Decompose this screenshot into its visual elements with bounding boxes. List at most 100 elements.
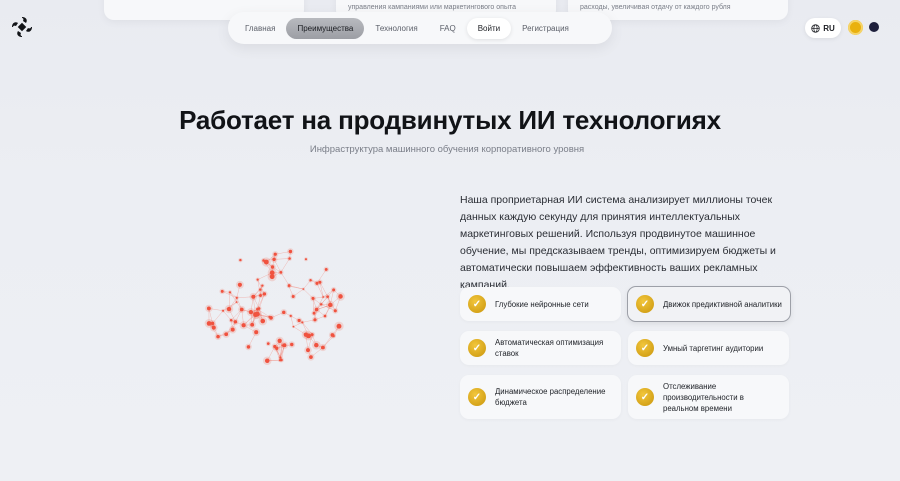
network-node — [246, 345, 251, 349]
section-description: Наша проприетарная ИИ система анализируе… — [460, 194, 776, 291]
feature-label: Динамическое распределение бюджета — [495, 387, 606, 407]
network-node — [254, 311, 260, 317]
network-node — [226, 306, 232, 312]
feature-label: Умный таргетинг аудитории — [663, 343, 764, 353]
top-card-middle-text: управления кампаниями или маркетингового… — [348, 4, 516, 11]
network-node — [206, 306, 211, 311]
network-node — [229, 319, 233, 322]
check-icon: ✓ — [468, 388, 486, 406]
feature-card-budget-allocation[interactable]: ✓ Динамическое распределение бюджета — [460, 375, 621, 419]
network-node — [303, 332, 309, 337]
network-node — [306, 348, 310, 353]
network-node — [332, 334, 335, 338]
network-node — [281, 344, 284, 347]
network-node — [268, 315, 271, 318]
network-node — [263, 259, 269, 265]
network-node — [297, 318, 301, 323]
network-node — [251, 294, 256, 299]
network-node — [222, 309, 225, 312]
network-nodes — [204, 248, 345, 366]
network-node — [287, 284, 291, 287]
nav-item-faq[interactable]: FAQ — [429, 18, 467, 39]
feature-card-neural-networks[interactable]: ✓ Глубокие нейронные сети — [460, 287, 621, 321]
network-node — [224, 332, 229, 337]
network-node — [288, 257, 291, 260]
network-node — [248, 310, 254, 315]
network-node — [301, 321, 304, 324]
network-node — [230, 327, 235, 332]
network-node — [313, 318, 317, 322]
network-node — [260, 318, 266, 324]
network-node — [288, 249, 293, 254]
network-node — [310, 333, 314, 337]
logo-icon[interactable] — [10, 15, 34, 39]
network-node — [237, 282, 242, 287]
network-node — [323, 314, 327, 318]
network-node — [322, 296, 325, 298]
network-node — [270, 265, 275, 269]
network-node — [319, 303, 323, 306]
network-node — [304, 258, 308, 261]
network-node — [206, 321, 212, 326]
network-node — [314, 342, 319, 348]
network-node — [261, 284, 264, 287]
network-node — [333, 309, 337, 313]
network-node — [235, 301, 238, 303]
network-node — [277, 338, 282, 343]
network-node — [309, 355, 313, 359]
network-node — [290, 342, 294, 347]
light-theme-toggle[interactable] — [848, 20, 863, 35]
register-link[interactable]: Регистрация — [511, 18, 580, 39]
network-node — [259, 288, 262, 291]
network-node — [302, 288, 305, 290]
network-node — [273, 344, 277, 349]
network-node — [318, 280, 322, 284]
network-node — [332, 288, 336, 292]
network-node — [272, 257, 276, 262]
check-icon: ✓ — [468, 339, 486, 357]
nav-item-home[interactable]: Главная — [234, 18, 286, 39]
network-node — [239, 307, 244, 312]
network-node — [269, 270, 275, 276]
network-node — [235, 296, 238, 299]
main-nav: Главная Преимущества Технология FAQ Войт… — [228, 12, 612, 44]
network-node — [258, 293, 262, 297]
feature-label: Отслеживание производительности в реальн… — [663, 381, 744, 413]
check-icon: ✓ — [636, 339, 654, 357]
network-node — [266, 342, 270, 345]
network-node — [336, 323, 342, 329]
network-node — [239, 258, 242, 262]
network-node — [282, 310, 286, 315]
dark-theme-toggle[interactable] — [869, 22, 879, 32]
network-node — [211, 325, 216, 330]
nav-item-advantages[interactable]: Преимущества — [286, 17, 365, 39]
feature-card-bid-optimization[interactable]: ✓ Автоматическая оптимизация ставок — [460, 331, 621, 365]
network-node — [273, 252, 277, 256]
language-switcher[interactable]: RU — [805, 18, 841, 38]
network-node — [326, 295, 330, 299]
check-icon: ✓ — [636, 388, 654, 406]
check-icon: ✓ — [468, 295, 486, 313]
network-node — [309, 279, 312, 282]
network-node — [220, 289, 224, 293]
network-node — [279, 270, 283, 274]
network-node — [292, 325, 295, 328]
feature-card-audience-targeting[interactable]: ✓ Умный таргетинг аудитории — [628, 331, 789, 365]
network-node — [338, 294, 343, 299]
neural-network-visual — [204, 248, 345, 366]
feature-label: Глубокие нейронные сети — [495, 299, 589, 309]
network-node — [314, 307, 319, 312]
feature-card-realtime-tracking[interactable]: ✓ Отслеживание производительности в реал… — [628, 375, 789, 419]
network-node — [280, 358, 283, 362]
network-node — [291, 294, 295, 298]
login-button[interactable]: Войти — [466, 17, 512, 39]
network-node — [241, 323, 246, 328]
feature-label: Автоматическая оптимизация ставок — [495, 338, 604, 358]
network-node — [311, 296, 315, 300]
feature-card-predictive-analytics[interactable]: ✓ Движок предиктивной аналитики — [627, 286, 791, 322]
nav-item-technology[interactable]: Технология — [364, 18, 428, 39]
network-node — [228, 291, 232, 294]
network-node — [233, 320, 238, 324]
network-node — [289, 314, 292, 318]
page: управления кампаниями или маркетингового… — [0, 0, 900, 481]
